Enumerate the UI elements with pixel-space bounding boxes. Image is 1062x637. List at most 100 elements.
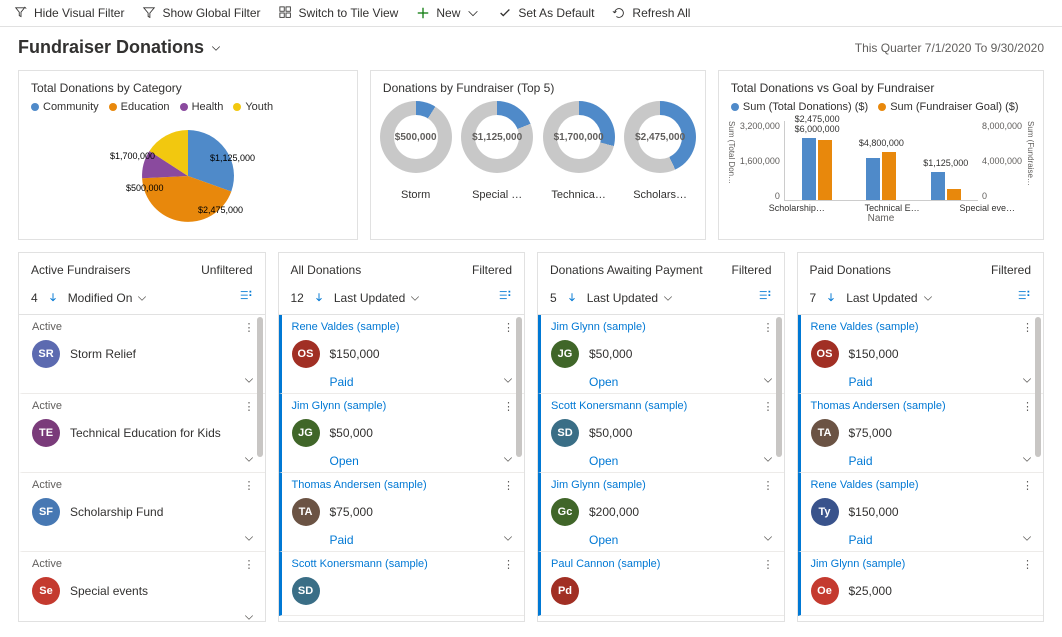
sort-field-picker[interactable]: Last Updated <box>587 291 674 305</box>
item-link[interactable]: Scott Konersmann (sample) <box>292 558 428 571</box>
chevron-down-icon[interactable] <box>502 532 514 547</box>
list-body[interactable]: Jim Glynn (sample)⋮JG$50,000OpenScott Ko… <box>538 314 784 621</box>
donut-item[interactable]: $1,125,000 Special … <box>461 101 533 201</box>
legend-item[interactable]: Community <box>31 101 99 113</box>
more-icon[interactable]: ⋮ <box>503 479 514 492</box>
more-icon[interactable]: ⋮ <box>503 321 514 334</box>
more-icon[interactable]: ⋮ <box>244 400 255 413</box>
list-item[interactable]: Jim Glynn (sample)⋮Oe$25,000 <box>798 552 1044 616</box>
list-item[interactable]: Thomas Andersen (sample)⋮TA$75,000Paid <box>798 394 1044 473</box>
item-link[interactable]: Thomas Andersen (sample) <box>811 400 946 413</box>
donut-item[interactable]: $500,000 Storm <box>380 101 452 201</box>
list-item[interactable]: Thomas Andersen (sample)⋮TA$75,000Paid <box>279 473 525 552</box>
item-link[interactable]: Jim Glynn (sample) <box>811 558 906 571</box>
list-body[interactable]: Active⋮SRStorm ReliefActive⋮TETechnical … <box>19 314 265 621</box>
legend-item[interactable]: Youth <box>233 101 273 113</box>
list-item[interactable]: Scott Konersmann (sample)⋮SD <box>279 552 525 616</box>
scrollbar-thumb[interactable] <box>776 317 782 457</box>
bar-group[interactable]: $4,800,000 <box>866 152 896 200</box>
chevron-down-icon[interactable] <box>243 374 255 389</box>
more-icon[interactable]: ⋮ <box>244 558 255 571</box>
chevron-down-icon[interactable] <box>762 453 774 468</box>
sort-field-picker[interactable]: Last Updated <box>334 291 421 305</box>
list-body[interactable]: Rene Valdes (sample)⋮OS$150,000PaidThoma… <box>798 314 1044 621</box>
legend-item[interactable]: Sum (Total Donations) ($) <box>731 101 868 113</box>
more-icon[interactable]: ⋮ <box>244 321 255 334</box>
chevron-down-icon[interactable] <box>1021 374 1033 389</box>
legend-item[interactable]: Education <box>109 101 170 113</box>
show-global-filter-button[interactable]: Show Global Filter <box>142 6 260 20</box>
item-link[interactable]: Thomas Andersen (sample) <box>292 479 427 492</box>
scrollbar-thumb[interactable] <box>1035 317 1041 457</box>
list-item[interactable]: Active⋮TETechnical Education for Kids <box>19 394 265 473</box>
chevron-down-icon[interactable] <box>762 374 774 389</box>
more-icon[interactable]: ⋮ <box>503 400 514 413</box>
list-item[interactable]: Paul Cannon (sample)⋮Pd <box>538 552 784 616</box>
hide-visual-filter-button[interactable]: Hide Visual Filter <box>14 6 124 20</box>
more-icon[interactable]: ⋮ <box>1022 400 1033 413</box>
chevron-down-icon[interactable] <box>466 6 480 20</box>
legend-item[interactable]: Sum (Fundraiser Goal) ($) <box>878 101 1018 113</box>
more-icon[interactable]: ⋮ <box>763 479 774 492</box>
more-icon[interactable]: ⋮ <box>1022 558 1033 571</box>
item-link[interactable]: Jim Glynn (sample) <box>292 400 387 413</box>
item-link[interactable]: Jim Glynn (sample) <box>551 321 646 334</box>
more-icon[interactable]: ⋮ <box>763 558 774 571</box>
bar-group[interactable]: $1,125,000 <box>931 172 961 200</box>
sort-field-picker[interactable]: Modified On <box>68 291 149 305</box>
donut-item[interactable]: $2,475,000 Scholars… <box>624 101 696 201</box>
list-body[interactable]: Rene Valdes (sample)⋮OS$150,000PaidJim G… <box>279 314 525 621</box>
chevron-down-icon[interactable] <box>243 611 255 621</box>
scrollbar-thumb[interactable] <box>516 317 522 457</box>
list-item[interactable]: Active⋮SRStorm Relief <box>19 315 265 394</box>
item-link[interactable]: Paul Cannon (sample) <box>551 558 660 571</box>
sort-direction-icon[interactable] <box>826 291 836 305</box>
view-toggle-icon[interactable] <box>1017 289 1031 306</box>
bar-group[interactable]: $2,475,000$6,000,000 <box>802 138 832 200</box>
chevron-down-icon[interactable] <box>1021 453 1033 468</box>
view-toggle-icon[interactable] <box>758 289 772 306</box>
bar-chart-area[interactable]: $2,475,000$6,000,000 $4,800,000 $1,125,0… <box>784 121 978 201</box>
sort-direction-icon[interactable] <box>567 291 577 305</box>
chevron-down-icon[interactable] <box>243 453 255 468</box>
sort-field-picker[interactable]: Last Updated <box>846 291 933 305</box>
sort-direction-icon[interactable] <box>48 291 58 305</box>
chevron-down-icon[interactable] <box>762 532 774 547</box>
chevron-down-icon[interactable] <box>1021 532 1033 547</box>
list-item[interactable]: Jim Glynn (sample)⋮JG$50,000Open <box>538 315 784 394</box>
view-toggle-icon[interactable] <box>239 289 253 306</box>
item-link[interactable]: Scott Konersmann (sample) <box>551 400 687 413</box>
more-icon[interactable]: ⋮ <box>763 400 774 413</box>
list-item[interactable]: Rene Valdes (sample)⋮OS$150,000Paid <box>798 315 1044 394</box>
item-link[interactable]: Jim Glynn (sample) <box>551 479 646 492</box>
refresh-all-button[interactable]: Refresh All <box>612 6 690 20</box>
chevron-down-icon[interactable] <box>502 374 514 389</box>
more-icon[interactable]: ⋮ <box>503 558 514 571</box>
scrollbar-thumb[interactable] <box>257 317 263 457</box>
list-item[interactable]: Rene Valdes (sample)⋮OS$150,000Paid <box>279 315 525 394</box>
item-link[interactable]: Rene Valdes (sample) <box>292 321 400 334</box>
more-icon[interactable]: ⋮ <box>1022 321 1033 334</box>
dashboard-picker[interactable]: Fundraiser Donations <box>18 37 222 58</box>
chevron-down-icon[interactable] <box>502 453 514 468</box>
list-item[interactable]: Rene Valdes (sample)⋮Ty$150,000Paid <box>798 473 1044 552</box>
new-button[interactable]: New <box>416 6 480 20</box>
switch-tile-view-button[interactable]: Switch to Tile View <box>279 6 399 20</box>
pie-chart[interactable]: $1,125,000 $2,475,000 $500,000 $1,700,00… <box>88 121 288 231</box>
more-icon[interactable]: ⋮ <box>763 321 774 334</box>
sort-direction-icon[interactable] <box>314 291 324 305</box>
more-icon[interactable]: ⋮ <box>1022 479 1033 492</box>
item-link[interactable]: Rene Valdes (sample) <box>811 479 919 492</box>
item-link[interactable]: Rene Valdes (sample) <box>811 321 919 334</box>
list-item[interactable]: Jim Glynn (sample)⋮JG$50,000Open <box>279 394 525 473</box>
set-default-button[interactable]: Set As Default <box>498 6 594 20</box>
list-item[interactable]: Jim Glynn (sample)⋮Gc$200,000Open <box>538 473 784 552</box>
view-toggle-icon[interactable] <box>498 289 512 306</box>
list-item[interactable]: Active⋮SeSpecial events <box>19 552 265 621</box>
list-item[interactable]: Active⋮SFScholarship Fund <box>19 473 265 552</box>
chevron-down-icon[interactable] <box>243 532 255 547</box>
donut-item[interactable]: $1,700,000 Technica… <box>543 101 615 201</box>
legend-item[interactable]: Health <box>180 101 224 113</box>
more-icon[interactable]: ⋮ <box>244 479 255 492</box>
list-item[interactable]: Scott Konersmann (sample)⋮SD$50,000Open <box>538 394 784 473</box>
